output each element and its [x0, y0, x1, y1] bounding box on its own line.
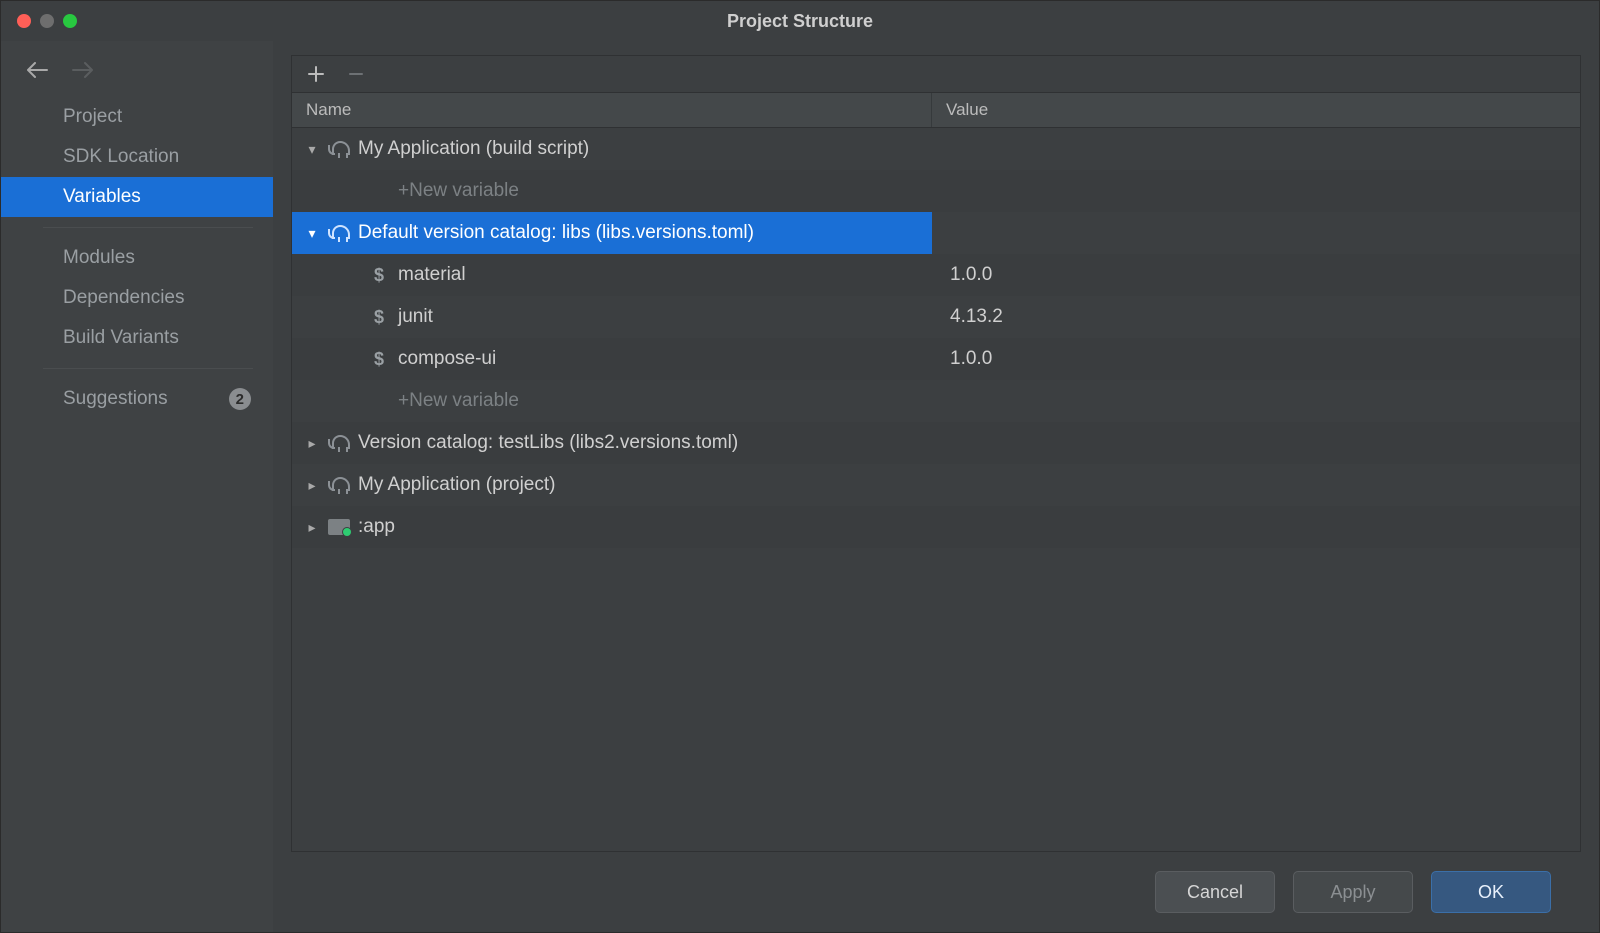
column-header-name[interactable]: Name	[292, 93, 932, 127]
sidebar: Project SDK Location Variables Modules D…	[1, 41, 273, 932]
variables-tree[interactable]: ▾ My Application (build script) •	[292, 128, 1580, 851]
window-title: Project Structure	[1, 11, 1599, 32]
sidebar-item-label: SDK Location	[63, 146, 179, 168]
gradle-icon	[328, 432, 350, 454]
tree-node-label: My Application (project)	[358, 474, 555, 496]
close-window-button[interactable]	[17, 14, 31, 28]
dialog-body: Project SDK Location Variables Modules D…	[1, 41, 1599, 932]
gradle-icon	[328, 222, 350, 244]
new-variable-row[interactable]: • +New variable	[292, 380, 1580, 422]
ok-button[interactable]: OK	[1431, 871, 1551, 913]
sidebar-group-2: Modules Dependencies Build Variants	[1, 238, 273, 358]
panel-toolbar	[292, 56, 1580, 92]
button-label: Apply	[1330, 882, 1375, 903]
titlebar: Project Structure	[1, 1, 1599, 41]
chevron-down-icon[interactable]: ▾	[304, 141, 320, 158]
new-variable-placeholder: +New variable	[398, 180, 519, 202]
variable-row-compose-ui[interactable]: • $ compose-ui 1.0.0	[292, 338, 1580, 380]
cancel-button[interactable]: Cancel	[1155, 871, 1275, 913]
chevron-right-icon[interactable]: ▸	[304, 519, 320, 536]
variable-icon: $	[368, 349, 390, 370]
remove-button[interactable]	[346, 64, 366, 84]
sidebar-item-label: Suggestions	[63, 388, 168, 410]
variable-icon: $	[368, 265, 390, 286]
sidebar-item-label: Build Variants	[63, 327, 179, 349]
project-structure-window: Project Structure Project SDK Location	[0, 0, 1600, 933]
sidebar-item-modules[interactable]: Modules	[1, 238, 273, 278]
sidebar-group-3: Suggestions 2	[1, 379, 273, 419]
tree-node-label: Version catalog: testLibs (libs2.version…	[358, 432, 738, 454]
zoom-window-button[interactable]	[63, 14, 77, 28]
tree-group-project[interactable]: ▸ My Application (project)	[292, 464, 1580, 506]
sidebar-item-variables[interactable]: Variables	[1, 177, 273, 217]
dialog-footer: Cancel Apply OK	[291, 852, 1581, 932]
new-variable-placeholder: +New variable	[398, 390, 519, 412]
new-variable-row[interactable]: • +New variable	[292, 170, 1580, 212]
variable-name: junit	[398, 306, 433, 328]
variable-value[interactable]: 1.0.0	[932, 264, 1580, 286]
sidebar-group-1: Project SDK Location Variables	[1, 97, 273, 217]
button-label: OK	[1478, 882, 1504, 903]
sidebar-item-project[interactable]: Project	[1, 97, 273, 137]
blank-icon	[368, 180, 390, 202]
variable-row-junit[interactable]: • $ junit 4.13.2	[292, 296, 1580, 338]
chevron-down-icon[interactable]: ▾	[304, 225, 320, 242]
tree-group-default-catalog[interactable]: ▾ Default version catalog: libs (libs.ve…	[292, 212, 1580, 254]
sidebar-item-sdk-location[interactable]: SDK Location	[1, 137, 273, 177]
sidebar-separator	[43, 227, 253, 228]
button-label: Cancel	[1187, 882, 1243, 903]
chevron-right-icon[interactable]: ▸	[304, 435, 320, 452]
sidebar-item-label: Project	[63, 106, 122, 128]
tree-group-build-script[interactable]: ▾ My Application (build script)	[292, 128, 1580, 170]
sidebar-item-build-variants[interactable]: Build Variants	[1, 318, 273, 358]
sidebar-separator	[43, 368, 253, 369]
tree-node-label: Default version catalog: libs (libs.vers…	[358, 222, 754, 244]
tree-node-label: My Application (build script)	[358, 138, 589, 160]
variable-icon: $	[368, 307, 390, 328]
sidebar-item-label: Dependencies	[63, 287, 184, 309]
variable-row-material[interactable]: • $ material 1.0.0	[292, 254, 1580, 296]
add-button[interactable]	[306, 64, 326, 84]
variable-name: compose-ui	[398, 348, 496, 370]
main-panel: Name Value ▾ My Application (build scrip…	[273, 41, 1599, 932]
sidebar-item-label: Modules	[63, 247, 135, 269]
module-folder-icon	[328, 516, 350, 538]
column-header-value[interactable]: Value	[932, 93, 1580, 127]
nav-forward-icon[interactable]	[71, 61, 95, 79]
nav-back-icon[interactable]	[25, 61, 49, 79]
nav-arrows	[1, 47, 273, 97]
table-header: Name Value	[292, 92, 1580, 128]
gradle-icon	[328, 474, 350, 496]
sidebar-item-label: Variables	[63, 186, 141, 208]
chevron-right-icon[interactable]: ▸	[304, 477, 320, 494]
sidebar-item-dependencies[interactable]: Dependencies	[1, 278, 273, 318]
traffic-lights	[1, 14, 77, 28]
variable-name: material	[398, 264, 466, 286]
minimize-window-button[interactable]	[40, 14, 54, 28]
variable-value[interactable]: 4.13.2	[932, 306, 1580, 328]
apply-button[interactable]: Apply	[1293, 871, 1413, 913]
blank-icon	[368, 390, 390, 412]
tree-group-testlibs-catalog[interactable]: ▸ Version catalog: testLibs (libs2.versi…	[292, 422, 1580, 464]
suggestions-badge: 2	[229, 388, 251, 410]
variable-value[interactable]: 1.0.0	[932, 348, 1580, 370]
tree-group-app-module[interactable]: ▸ :app	[292, 506, 1580, 548]
sidebar-item-suggestions[interactable]: Suggestions 2	[1, 379, 273, 419]
gradle-icon	[328, 138, 350, 160]
variables-panel: Name Value ▾ My Application (build scrip…	[291, 55, 1581, 852]
tree-node-label: :app	[358, 516, 395, 538]
